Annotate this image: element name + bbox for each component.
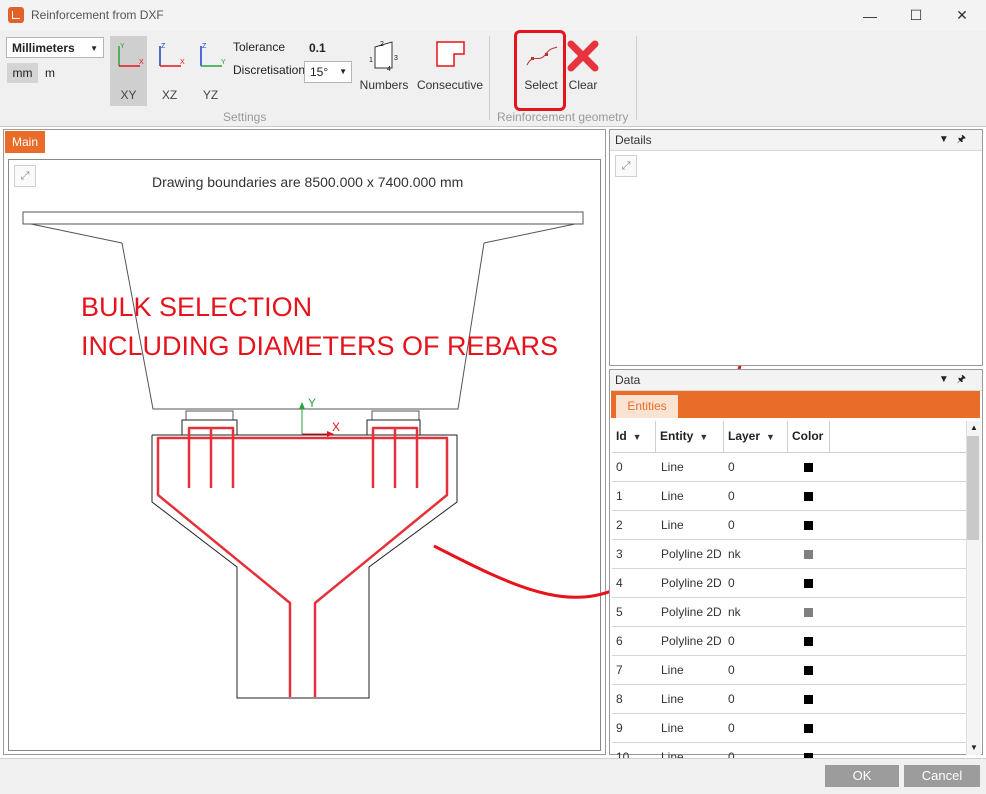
table-row[interactable]: 3 Polyline 2D nk: [612, 540, 966, 569]
table-row[interactable]: 5 Polyline 2D nk: [612, 598, 966, 627]
cell-id: 1: [616, 489, 623, 503]
table-row[interactable]: 6 Polyline 2D 0: [612, 627, 966, 656]
cell-id: 7: [616, 663, 623, 677]
color-swatch: [804, 637, 813, 646]
cell-layer: 0: [728, 721, 735, 735]
filter-icon[interactable]: ▼: [699, 432, 708, 442]
panel-controls-icon[interactable]: ▼🖈: [939, 130, 974, 150]
column-header-layer[interactable]: Layer ▼: [724, 421, 788, 452]
cell-entity: Line: [661, 489, 684, 503]
scroll-down-icon[interactable]: ▼: [967, 741, 981, 755]
cell-id: 9: [616, 721, 623, 735]
table-row[interactable]: 9 Line 0: [612, 714, 966, 743]
ok-button[interactable]: OK: [825, 765, 899, 787]
cell-entity: Line: [661, 692, 684, 706]
table-row[interactable]: 8 Line 0: [612, 685, 966, 714]
cell-layer: nk: [728, 547, 741, 561]
pier-outline: [151, 419, 458, 699]
table-row[interactable]: 7 Line 0: [612, 656, 966, 685]
data-title: Data: [615, 373, 641, 387]
cell-id: 2: [616, 518, 623, 532]
cell-entity: Line: [661, 721, 684, 735]
cell-entity: Polyline 2D: [661, 605, 722, 619]
filter-icon[interactable]: ▼: [766, 432, 775, 442]
column-header-entity[interactable]: Entity ▼: [656, 421, 724, 452]
cell-layer: 0: [728, 518, 735, 532]
cell-id: 0: [616, 460, 623, 474]
color-swatch: [804, 550, 813, 559]
origin-axes: [299, 402, 334, 437]
table-row[interactable]: 0 Line 0: [612, 453, 966, 482]
cancel-button[interactable]: Cancel: [904, 765, 980, 787]
tab-entities[interactable]: Entities: [616, 395, 678, 418]
cell-id: 5: [616, 605, 623, 619]
cell-id: 6: [616, 634, 623, 648]
cell-id: 4: [616, 576, 623, 590]
cell-layer: 0: [728, 460, 735, 474]
cell-entity: Polyline 2D: [661, 634, 722, 648]
color-swatch: [804, 492, 813, 501]
cell-entity: Line: [661, 460, 684, 474]
cell-layer: nk: [728, 605, 741, 619]
cell-entity: Polyline 2D: [661, 547, 722, 561]
details-panel: Details ▼🖈: [609, 129, 983, 366]
color-swatch: [804, 608, 813, 617]
rebars: [156, 426, 449, 697]
axis-y-label: Y: [308, 396, 316, 410]
cell-entity: Line: [661, 663, 684, 677]
column-header-color[interactable]: Color: [788, 421, 830, 452]
scroll-up-icon[interactable]: ▲: [967, 421, 981, 435]
color-swatch: [804, 579, 813, 588]
cell-id: 8: [616, 692, 623, 706]
table-row[interactable]: 4 Polyline 2D 0: [612, 569, 966, 598]
table-row[interactable]: 1 Line 0: [612, 482, 966, 511]
filter-icon[interactable]: ▼: [633, 432, 642, 442]
annotation-line1: BULK SELECTION: [81, 292, 312, 322]
column-header-id[interactable]: Id ▼: [612, 421, 656, 452]
panel-controls-icon[interactable]: ▼🖈: [939, 370, 974, 390]
cell-entity: Line: [661, 518, 684, 532]
table-header: Id ▼ Entity ▼ Layer ▼ Color: [612, 421, 966, 453]
cell-id: 3: [616, 547, 623, 561]
color-swatch: [804, 695, 813, 704]
annotation-line2: INCLUDING DIAMETERS OF REBARS: [81, 331, 558, 361]
color-swatch: [804, 463, 813, 472]
color-swatch: [804, 724, 813, 733]
expand-icon[interactable]: ⤢: [615, 155, 637, 177]
cell-entity: Polyline 2D: [661, 576, 722, 590]
cell-layer: 0: [728, 576, 735, 590]
details-title: Details: [615, 133, 652, 147]
cell-layer: 0: [728, 634, 735, 648]
color-swatch: [804, 521, 813, 530]
cell-layer: 0: [728, 489, 735, 503]
cell-layer: 0: [728, 663, 735, 677]
table-row[interactable]: 2 Line 0: [612, 511, 966, 540]
color-swatch: [804, 666, 813, 675]
cell-layer: 0: [728, 692, 735, 706]
axis-x-label: X: [332, 420, 340, 434]
details-header: Details ▼🖈: [610, 130, 982, 151]
data-header: Data ▼🖈: [610, 370, 982, 391]
scroll-thumb[interactable]: [967, 436, 979, 540]
